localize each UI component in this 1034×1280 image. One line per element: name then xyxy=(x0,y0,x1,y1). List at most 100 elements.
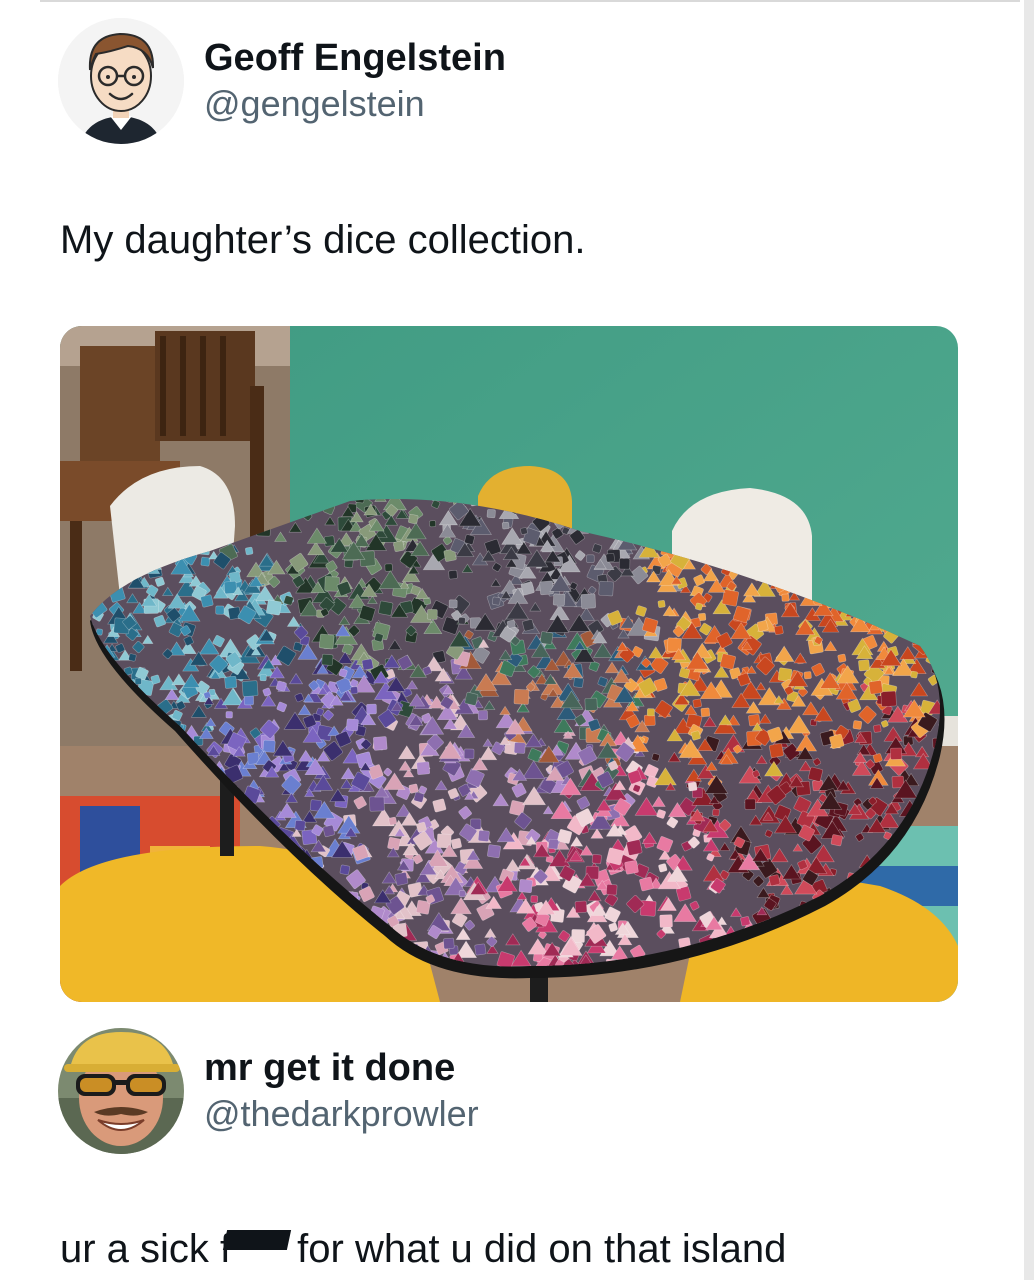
die xyxy=(557,829,573,844)
die xyxy=(128,653,137,662)
die xyxy=(321,653,334,666)
die xyxy=(448,570,458,580)
tweet-text: My daughter’s dice collection. xyxy=(60,218,586,262)
die xyxy=(520,581,535,596)
reply-display-name[interactable]: mr get it done xyxy=(204,1045,479,1091)
die xyxy=(346,718,359,732)
die xyxy=(700,707,711,718)
tweet-photo[interactable] xyxy=(60,326,958,1002)
die xyxy=(241,680,259,697)
die xyxy=(580,593,596,609)
die xyxy=(323,535,335,547)
die xyxy=(486,509,496,519)
die xyxy=(651,753,660,762)
die xyxy=(522,619,535,632)
die xyxy=(781,593,790,602)
die xyxy=(646,708,655,717)
die xyxy=(501,521,510,530)
die xyxy=(591,854,602,864)
die xyxy=(432,798,447,813)
die xyxy=(245,546,254,556)
die xyxy=(416,821,427,833)
reply-text: ur a sick f for what u did on that island xyxy=(60,1224,786,1274)
die xyxy=(200,594,214,608)
die xyxy=(695,602,703,611)
die xyxy=(458,890,466,898)
die xyxy=(626,839,643,856)
die xyxy=(378,600,394,616)
author-handle[interactable]: @gengelstein xyxy=(204,81,506,127)
tweet-author[interactable]: Geoff Engelstein @gengelstein xyxy=(58,18,506,144)
die xyxy=(712,808,720,817)
die xyxy=(768,743,784,759)
die xyxy=(606,847,624,866)
die xyxy=(552,593,566,606)
die xyxy=(408,783,419,794)
reply-handle[interactable]: @thedarkprowler xyxy=(204,1091,479,1137)
redaction-bar xyxy=(223,1230,292,1250)
die xyxy=(830,834,843,847)
author-display-name[interactable]: Geoff Engelstein xyxy=(204,35,506,81)
die xyxy=(324,576,340,592)
die xyxy=(657,600,666,608)
die xyxy=(361,658,374,671)
die xyxy=(659,914,673,928)
die xyxy=(910,670,918,679)
die xyxy=(513,688,530,705)
die xyxy=(880,690,897,707)
die xyxy=(548,838,559,850)
die xyxy=(322,824,336,838)
die xyxy=(463,748,475,760)
die xyxy=(513,742,526,754)
reply-author[interactable]: mr get it done @thedarkprowler xyxy=(58,1028,479,1154)
die xyxy=(339,864,351,876)
die xyxy=(744,798,756,810)
die xyxy=(605,552,615,563)
top-divider xyxy=(40,0,1020,2)
die xyxy=(384,563,393,572)
die xyxy=(584,697,598,711)
dice-table-photo-icon xyxy=(60,326,958,1002)
die xyxy=(373,736,388,751)
reply-text-after: for what u did on that island xyxy=(297,1227,787,1271)
die xyxy=(618,558,631,570)
die xyxy=(639,876,654,892)
author-avatar[interactable] xyxy=(58,18,184,144)
reply-avatar[interactable] xyxy=(58,1028,184,1154)
die xyxy=(477,710,488,721)
die xyxy=(539,580,554,596)
die xyxy=(474,943,487,956)
die xyxy=(318,633,335,650)
die xyxy=(574,900,588,914)
die xyxy=(491,596,501,606)
die xyxy=(487,844,501,859)
die xyxy=(518,879,533,894)
die xyxy=(740,916,751,927)
die xyxy=(388,816,397,826)
die xyxy=(427,609,438,620)
die xyxy=(692,698,702,708)
die xyxy=(719,653,736,670)
reply-text-before: ur a sick f xyxy=(60,1227,232,1271)
die xyxy=(873,724,882,733)
die xyxy=(643,714,656,727)
die xyxy=(259,674,267,682)
die xyxy=(416,761,431,775)
die xyxy=(586,554,595,563)
die xyxy=(366,703,377,715)
die xyxy=(858,659,870,672)
die xyxy=(756,620,769,632)
die xyxy=(624,860,639,875)
die xyxy=(687,781,698,792)
die xyxy=(890,747,903,760)
die xyxy=(443,937,455,950)
die xyxy=(803,671,812,680)
die xyxy=(450,838,462,850)
screenshot-page: Geoff Engelstein @gengelstein My daughte… xyxy=(0,0,1034,1280)
die xyxy=(852,720,863,730)
cartoon-man-avatar-icon xyxy=(58,18,184,144)
die xyxy=(464,534,475,545)
die xyxy=(448,599,458,609)
man-sunglasses-hardhat-avatar-icon xyxy=(58,1028,184,1154)
die xyxy=(477,830,490,842)
